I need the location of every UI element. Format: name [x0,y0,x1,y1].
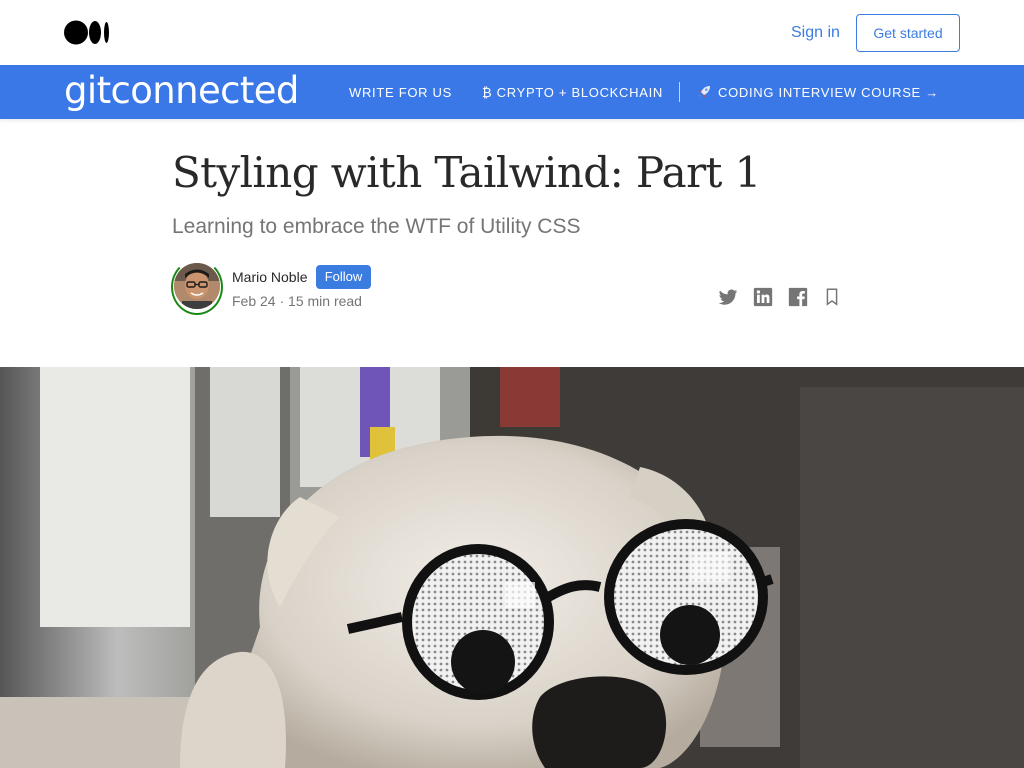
get-started-button[interactable]: Get started [856,14,960,52]
nav-coding-interview-course[interactable]: CODING INTERVIEW COURSE → [696,84,939,100]
linkedin-icon[interactable] [752,286,774,308]
twitter-icon[interactable] [717,286,739,308]
article-title: Styling with Tailwind: Part 1 [172,148,761,197]
bookmark-icon[interactable] [821,286,843,308]
nav-coding-interview-label: CODING INTERVIEW COURSE → [718,85,939,100]
hero-illustration [0,367,1024,768]
publication-nav: WRITE FOR US ₿ CRYPTO + BLOCKCHAIN CODIN… [349,65,969,119]
author-avatar[interactable] [174,263,220,309]
rocket-icon [698,86,710,98]
top-navbar: Sign in Get started [0,0,1024,65]
nav-crypto-blockchain[interactable]: ₿ CRYPTO + BLOCKCHAIN [482,85,663,100]
nav-write-for-us[interactable]: WRITE FOR US [349,85,452,100]
publication-navbar: gitconnected WRITE FOR US ₿ CRYPTO + BLO… [0,65,1024,119]
article-subtitle: Learning to embrace the WTF of Utility C… [172,215,581,238]
author-name[interactable]: Mario Noble [232,269,307,285]
facebook-icon[interactable] [787,286,809,308]
sign-in-link[interactable]: Sign in [791,24,840,42]
nav-divider [679,82,680,102]
hero-image [0,367,1024,768]
medium-logo-icon[interactable] [64,20,110,45]
article-meta: Feb 24 · 15 min read [232,293,362,309]
follow-button[interactable]: Follow [316,265,371,289]
publication-logo[interactable]: gitconnected [64,69,299,113]
avatar-image [174,263,220,309]
